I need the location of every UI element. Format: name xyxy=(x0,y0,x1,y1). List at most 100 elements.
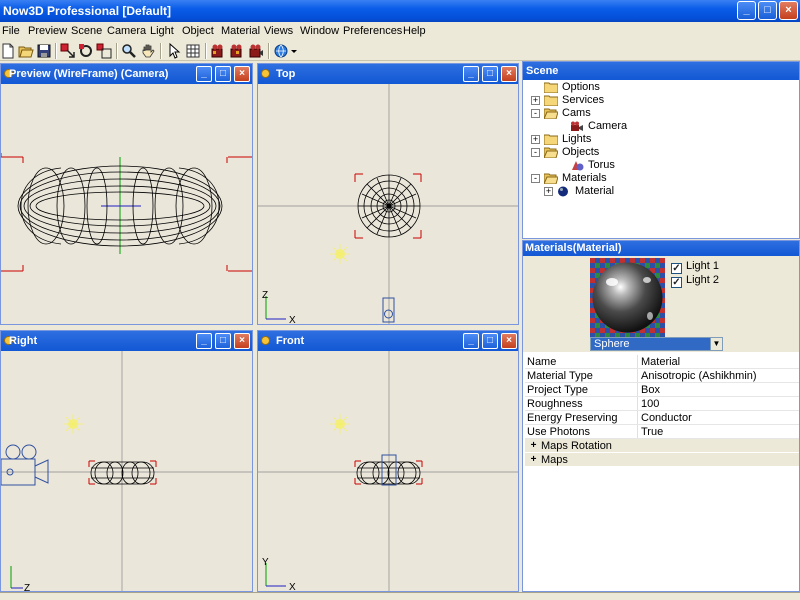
open-folder-icon[interactable] xyxy=(18,43,34,59)
folder-icon xyxy=(544,134,558,145)
light1-checkbox[interactable]: ✓ Light 1 xyxy=(671,260,719,274)
checkbox-checked-icon[interactable]: ✓ xyxy=(671,263,682,274)
collapse-icon[interactable]: - xyxy=(531,109,540,118)
render-region-icon[interactable] xyxy=(229,43,245,59)
viewport-close-button[interactable]: × xyxy=(234,333,250,349)
viewport-maximize-button[interactable]: □ xyxy=(482,66,498,82)
viewport-close-button[interactable]: × xyxy=(501,66,517,82)
viewport-maximize-button[interactable]: □ xyxy=(215,66,231,82)
expand-icon[interactable]: + xyxy=(531,96,540,105)
select-move-icon[interactable] xyxy=(60,43,76,59)
scale-icon[interactable] xyxy=(96,43,112,59)
folder-open-icon xyxy=(544,108,558,119)
viewport-preview-titlebar: Preview (WireFrame) (Camera) _ □ × xyxy=(1,64,252,84)
tree-item-objects[interactable]: - Objects xyxy=(531,146,731,159)
preview-shape-select[interactable]: Sphere ▼ xyxy=(590,337,723,351)
right-wireframe-canvas[interactable]: Z xyxy=(1,351,253,592)
property-row[interactable]: Energy Preserving Conductor xyxy=(525,411,799,425)
axis-label-vertical: Y xyxy=(262,557,269,568)
property-group-maps-rotation[interactable]: + Maps Rotation xyxy=(525,439,799,453)
web-export-icon[interactable] xyxy=(273,43,289,59)
viewport-maximize-button[interactable]: □ xyxy=(482,333,498,349)
menu-camera[interactable]: Camera xyxy=(107,25,146,37)
materials-panel-title: Materials(Material) xyxy=(525,242,622,254)
pointer-icon[interactable] xyxy=(166,43,182,59)
property-row[interactable]: Material Type Anisotropic (Ashikhmin) xyxy=(525,369,799,383)
menubar: File Preview Scene Camera Light Object M… xyxy=(0,22,800,41)
menu-help[interactable]: Help xyxy=(403,25,426,37)
zoom-icon[interactable] xyxy=(121,43,137,59)
rotate-icon[interactable] xyxy=(78,43,94,59)
collapse-icon[interactable]: - xyxy=(531,174,540,183)
viewport-preview-title: Preview (WireFrame) (Camera) xyxy=(9,68,169,80)
collapse-icon[interactable]: - xyxy=(531,148,540,157)
minimize-button[interactable]: _ xyxy=(737,1,756,20)
menu-material[interactable]: Material xyxy=(221,25,260,37)
viewport-top-titlebar: Top _ □ × xyxy=(258,64,518,84)
property-row[interactable]: Roughness 100 xyxy=(525,397,799,411)
pan-hand-icon[interactable] xyxy=(140,43,156,59)
tree-item-material[interactable]: + Material xyxy=(544,185,734,198)
tree-item-materials[interactable]: - Materials xyxy=(531,172,731,185)
grid-icon[interactable] xyxy=(185,43,201,59)
dropdown-arrow-icon[interactable] xyxy=(290,43,298,59)
render-camera-icon[interactable] xyxy=(210,43,226,59)
restore-button[interactable]: □ xyxy=(758,1,777,20)
property-row[interactable]: Project Type Box xyxy=(525,383,799,397)
menu-views[interactable]: Views xyxy=(264,25,293,37)
new-file-icon[interactable] xyxy=(0,43,16,59)
material-preview-area: ✓ Light 1 ✓ Light 2 Sphere ▼ xyxy=(523,256,799,352)
viewport-front-titlebar: Front _ □ × xyxy=(258,331,518,351)
app-window: Now3D Professional [Default] _ □ × File … xyxy=(0,0,800,600)
light2-checkbox[interactable]: ✓ Light 2 xyxy=(671,274,719,288)
expand-icon[interactable]: + xyxy=(544,187,553,196)
top-wireframe-canvas[interactable]: Z X xyxy=(258,84,519,325)
tree-item-cams[interactable]: - Cams xyxy=(531,107,731,120)
expand-icon[interactable]: + xyxy=(531,135,540,144)
tree-item-options[interactable]: Options xyxy=(531,81,731,94)
menu-file[interactable]: File xyxy=(2,25,20,37)
close-button[interactable]: × xyxy=(779,1,798,20)
viewport-minimize-button[interactable]: _ xyxy=(196,66,212,82)
viewport-right[interactable]: Right _ □ × Z xyxy=(0,330,253,592)
toolbar xyxy=(0,41,800,61)
folder-open-icon xyxy=(544,173,558,184)
viewport-minimize-button[interactable]: _ xyxy=(463,66,479,82)
viewport-maximize-button[interactable]: □ xyxy=(215,333,231,349)
chevron-down-icon[interactable]: ▼ xyxy=(710,338,722,350)
scene-panel-titlebar: Scene xyxy=(523,62,799,80)
save-icon[interactable] xyxy=(36,43,52,59)
expand-icon[interactable]: + xyxy=(529,455,538,465)
viewport-close-button[interactable]: × xyxy=(501,333,517,349)
material-preview xyxy=(590,258,665,337)
viewport-minimize-button[interactable]: _ xyxy=(463,333,479,349)
render-final-icon[interactable] xyxy=(248,43,264,59)
viewport-preview[interactable]: Preview (WireFrame) (Camera) _ □ × xyxy=(0,63,253,325)
axis-label-horizontal: X xyxy=(289,582,296,592)
property-row[interactable]: Use Photons True xyxy=(525,425,799,439)
tree-item-torus[interactable]: Torus xyxy=(557,159,737,172)
viewport-front[interactable]: Front _ □ × Y X xyxy=(257,330,519,592)
front-wireframe-canvas[interactable]: Y X xyxy=(258,351,519,592)
tree-item-lights[interactable]: + Lights xyxy=(531,133,731,146)
preview-wireframe-canvas[interactable] xyxy=(1,84,253,325)
viewport-close-button[interactable]: × xyxy=(234,66,250,82)
materials-panel-titlebar: Materials(Material) xyxy=(523,241,799,256)
menu-scene[interactable]: Scene xyxy=(71,25,102,37)
tree-item-camera[interactable]: Camera xyxy=(557,120,737,133)
axis-label-vertical: Z xyxy=(262,290,268,301)
property-group-maps[interactable]: + Maps xyxy=(525,453,799,467)
expand-icon[interactable]: + xyxy=(529,441,538,451)
menu-preferences[interactable]: Preferences xyxy=(343,25,402,37)
viewport-minimize-button[interactable]: _ xyxy=(196,333,212,349)
menu-light[interactable]: Light xyxy=(150,25,174,37)
menu-window[interactable]: Window xyxy=(300,25,339,37)
property-row[interactable]: Name Material xyxy=(525,355,799,369)
material-sphere-icon xyxy=(558,186,568,197)
menu-preview[interactable]: Preview xyxy=(28,25,67,37)
tree-item-services[interactable]: + Services xyxy=(531,94,731,107)
menu-object[interactable]: Object xyxy=(182,25,214,37)
viewport-top[interactable]: Top _ □ × Z X xyxy=(257,63,519,325)
checkbox-checked-icon[interactable]: ✓ xyxy=(671,277,682,288)
viewport-right-title: Right xyxy=(9,335,38,347)
